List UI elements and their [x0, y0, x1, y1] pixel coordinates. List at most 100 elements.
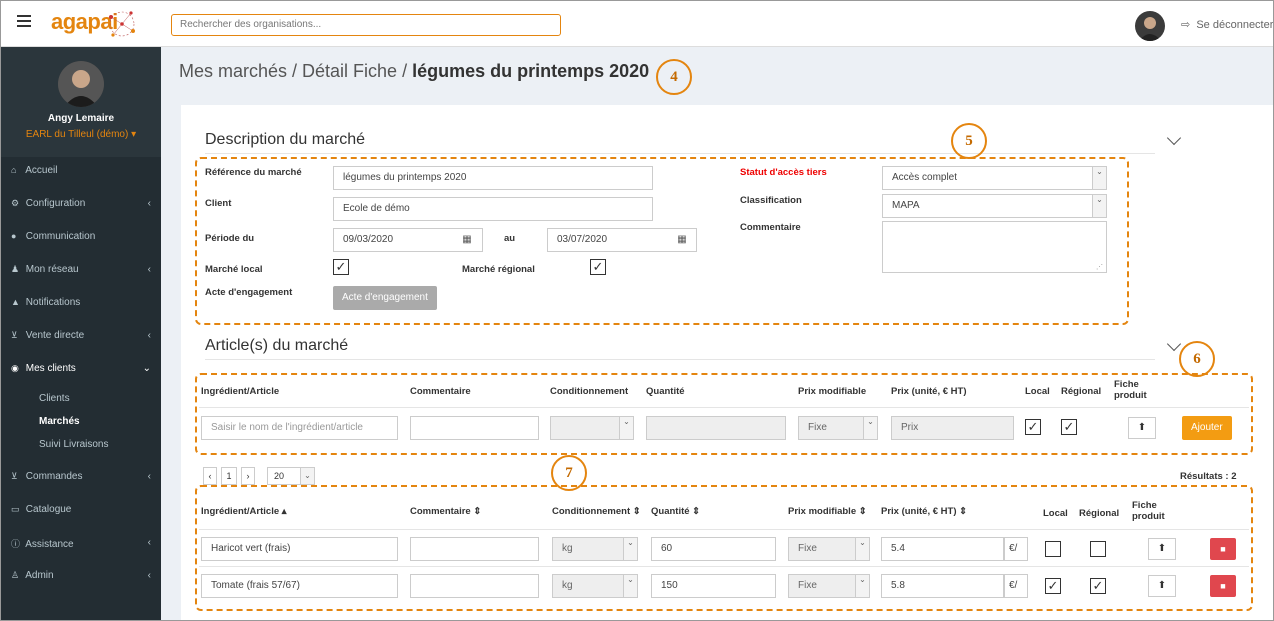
- sidebar-subitem-suivi-livraisons[interactable]: Suivi Livraisons: [39, 439, 108, 450]
- sidebar-item-communication[interactable]: ● Communication: [1, 223, 161, 255]
- row-local-checkbox[interactable]: ✓: [1045, 578, 1061, 594]
- sidebar-item-accueil[interactable]: ⌂ Accueil: [1, 157, 161, 189]
- local-checkbox[interactable]: ✓: [1025, 419, 1041, 435]
- sidebar-item-mon-reseau[interactable]: ♟ Mon réseau ‹: [1, 256, 161, 288]
- upload-icon[interactable]: ⬆: [1128, 417, 1156, 439]
- ref-input[interactable]: légumes du printemps 2020: [333, 166, 653, 190]
- sidebar-item-commandes[interactable]: ⊻ Commandes ‹: [1, 463, 161, 495]
- row-conditionnement-select[interactable]: kg ⌄: [552, 574, 638, 598]
- local-label: Marché local: [205, 264, 263, 275]
- sidebar-item-configuration[interactable]: ⚙ Configuration ‹: [1, 190, 161, 222]
- divider: [205, 359, 1155, 360]
- upload-icon[interactable]: ⬆: [1148, 538, 1176, 560]
- local-checkbox[interactable]: ✓: [333, 259, 349, 275]
- section-title-description: Description du marché: [205, 131, 366, 148]
- row-conditionnement-value: kg: [562, 580, 573, 591]
- avatar[interactable]: [1135, 11, 1165, 41]
- sidebar-item-catalogue[interactable]: ▭ Catalogue: [1, 496, 161, 528]
- divider: [199, 407, 1249, 408]
- sidebar: Angy Lemaire EARL du Tilleul (démo) ▾ ⌂ …: [1, 47, 161, 620]
- quantite-input[interactable]: [646, 416, 786, 440]
- commentaire-input[interactable]: [410, 416, 539, 440]
- divider: [199, 566, 1249, 567]
- row-prix-modifiable-select[interactable]: Fixe ⌄: [788, 537, 870, 561]
- statut-select[interactable]: Accès complet ⌄: [882, 166, 1107, 190]
- callout-5: 5: [951, 123, 987, 159]
- trash-icon[interactable]: ■: [1210, 575, 1236, 597]
- sidebar-item-label: Accueil: [25, 165, 58, 176]
- col-header-regional: Régional: [1079, 508, 1120, 519]
- cart-icon: ⊻: [11, 330, 18, 340]
- regional-checkbox[interactable]: ✓: [590, 259, 606, 275]
- menu-toggle-icon[interactable]: [17, 15, 31, 29]
- row-local-checkbox[interactable]: [1045, 541, 1061, 557]
- chevron-down-icon[interactable]: [1166, 130, 1182, 146]
- row-commentaire[interactable]: [410, 574, 539, 598]
- commentaire-textarea[interactable]: ⋰: [882, 221, 1107, 273]
- row-conditionnement-select[interactable]: kg ⌄: [552, 537, 638, 561]
- ingredient-input[interactable]: Saisir le nom de l'ingrédient/article: [201, 416, 398, 440]
- sidebar-item-assistance[interactable]: ⓘ Assistance ‹: [1, 529, 161, 561]
- row-prix-modifiable-select[interactable]: Fixe ⌄: [788, 574, 870, 598]
- home-icon: ⌂: [11, 165, 17, 175]
- comments-icon: ●: [11, 231, 17, 241]
- prix-modifiable-select[interactable]: Fixe ⌄: [798, 416, 878, 440]
- search-input[interactable]: Rechercher des organisations...: [171, 14, 561, 36]
- classification-select[interactable]: MAPA ⌄: [882, 194, 1107, 218]
- resize-handle-icon[interactable]: ⋰: [1096, 263, 1103, 271]
- chevron-down-icon[interactable]: [1166, 336, 1182, 352]
- sidebar-item-label: Commandes: [25, 471, 83, 482]
- chevron-down-icon: ⌄: [1092, 167, 1106, 189]
- conditionnement-select[interactable]: ⌄: [550, 416, 634, 440]
- divider: [205, 153, 1155, 154]
- trash-icon[interactable]: ■: [1210, 538, 1236, 560]
- sidebar-item-label: Mon réseau: [25, 264, 79, 275]
- info-icon: ⓘ: [11, 539, 21, 549]
- client-input[interactable]: Ecole de démo: [333, 197, 653, 221]
- add-article-button[interactable]: Ajouter: [1182, 416, 1232, 440]
- pagination-prev[interactable]: ‹: [203, 467, 217, 485]
- logout-button[interactable]: ⇨ Se déconnecter: [1181, 18, 1273, 31]
- col-header-conditionnement[interactable]: Conditionnement ⇕: [552, 506, 641, 517]
- calendar-icon[interactable]: ▦: [674, 228, 690, 252]
- page-size-select[interactable]: 20 ⌄: [267, 467, 315, 485]
- col-header-commentaire[interactable]: Commentaire ⇕: [410, 506, 481, 517]
- upload-icon[interactable]: ⬆: [1148, 575, 1176, 597]
- main-panel: Description du marché 5 Référence du mar…: [181, 105, 1273, 620]
- row-quantite[interactable]: 150: [651, 574, 776, 598]
- bell-icon: ▲: [11, 297, 20, 307]
- sidebar-subitem-marches[interactable]: Marchés: [39, 416, 80, 427]
- sidebar-subitem-clients[interactable]: Clients: [39, 393, 70, 404]
- row-prix[interactable]: 5.8: [881, 574, 1004, 598]
- user-panel: Angy Lemaire EARL du Tilleul (démo) ▾: [1, 47, 161, 157]
- page-title: légumes du printemps 2020: [412, 61, 650, 81]
- row-commentaire[interactable]: [410, 537, 539, 561]
- row-ingredient[interactable]: Tomate (frais 57/67): [201, 574, 398, 598]
- row-regional-checkbox[interactable]: [1090, 541, 1106, 557]
- regional-checkbox[interactable]: ✓: [1061, 419, 1077, 435]
- sidebar-item-mes-clients[interactable]: ◉ Mes clients ⌄: [1, 355, 161, 387]
- results-count: Résultats : 2: [1180, 471, 1237, 482]
- row-prix[interactable]: 5.4: [881, 537, 1004, 561]
- row-prix-modifiable-value: Fixe: [798, 580, 817, 591]
- pagination-next[interactable]: ›: [241, 467, 255, 485]
- period-to-label: au: [504, 233, 516, 244]
- calendar-icon[interactable]: ▦: [459, 228, 475, 252]
- row-regional-checkbox[interactable]: ✓: [1090, 578, 1106, 594]
- pagination-page[interactable]: 1: [221, 467, 237, 485]
- col-header-quantite[interactable]: Quantité ⇕: [651, 506, 700, 517]
- col-header-prix[interactable]: Prix (unité, € HT) ⇕: [881, 506, 967, 517]
- sidebar-item-admin[interactable]: ♙ Admin ‹: [1, 562, 161, 594]
- col-header-prix-modifiable[interactable]: Prix modifiable ⇕: [788, 506, 867, 517]
- col-header-ingredient[interactable]: Ingrédient/Article ▴: [201, 506, 287, 517]
- prix-input[interactable]: Prix: [891, 416, 1014, 440]
- row-quantite[interactable]: 60: [651, 537, 776, 561]
- commentaire-label: Commentaire: [740, 222, 801, 233]
- sidebar-item-vente-directe[interactable]: ⊻ Vente directe ‹: [1, 322, 161, 354]
- divider: [199, 529, 1249, 530]
- org-dropdown[interactable]: EARL du Tilleul (démo) ▾: [1, 129, 161, 140]
- acte-button[interactable]: Acte d'engagement: [333, 286, 437, 310]
- row-ingredient[interactable]: Haricot vert (frais): [201, 537, 398, 561]
- breadcrumb-path[interactable]: Mes marchés / Détail Fiche /: [179, 61, 412, 81]
- sidebar-item-notifications[interactable]: ▲ Notifications: [1, 289, 161, 321]
